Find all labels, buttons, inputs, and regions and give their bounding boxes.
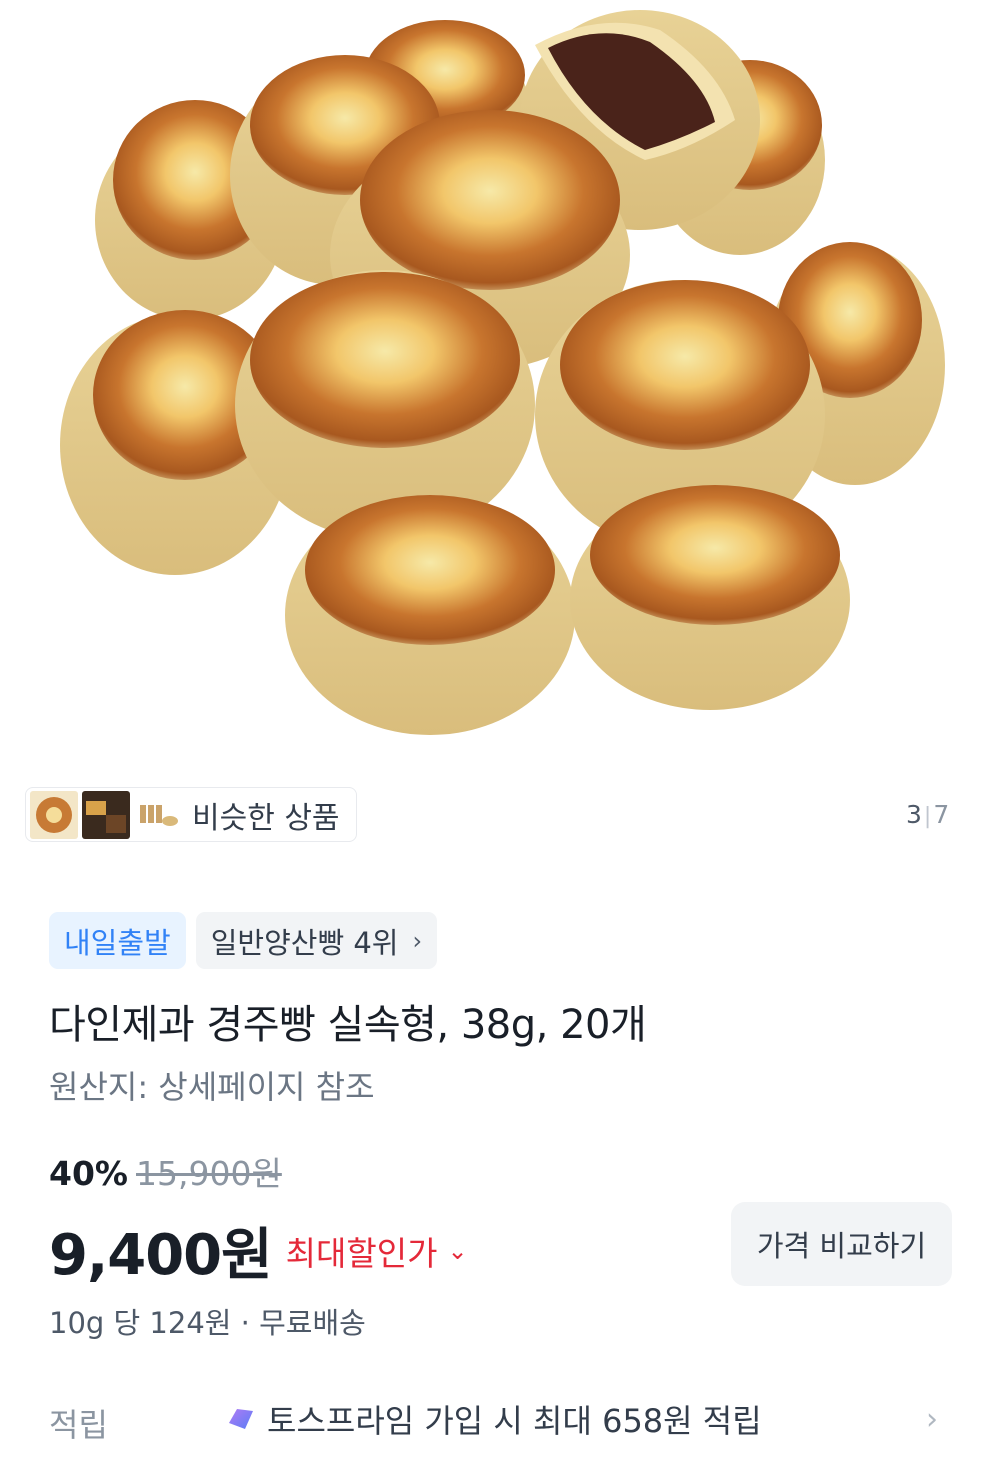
original-price: 15,900원 [136,1154,282,1193]
similar-thumb-2 [82,790,130,839]
badge-row: 내일출발 일반양산빵 4위 › [49,912,438,969]
discount-rate: 40% [49,1154,128,1193]
ranking-badge-label: 일반양산빵 4위 [210,925,399,960]
similar-thumb-1 [30,790,78,839]
delivery-badge: 내일출발 [49,912,186,969]
product-title: 다인제과 경주빵 실속형, 38g, 20개 [49,1002,647,1048]
page-separator: | [923,804,932,829]
bun-group [60,10,945,735]
ranking-badge[interactable]: 일반양산빵 4위 › [195,912,438,969]
chevron-down-icon[interactable]: ⌄ [447,1237,467,1265]
price-row: 9,400원 최대할인가 ⌄ [49,1210,468,1291]
points-benefit-text: 토스프라임 가입 시 최대 658원 적립 [267,1402,762,1440]
image-page-counter: 3|7 [906,800,949,829]
price-compare-button[interactable]: 가격 비교하기 [731,1202,952,1286]
chevron-right-icon: › [412,926,423,955]
unit-price-shipping: 10g 당 124원 · 무료배송 [49,1306,366,1340]
points-label: 적립 [49,1406,108,1444]
similar-products-button[interactable]: 비슷한 상품 [25,787,357,842]
similar-thumb-3 [134,790,182,839]
bread-product-photo [60,10,945,735]
discount-row: 40% 15,900원 [49,1147,282,1195]
points-benefit-link[interactable]: 토스프라임 가입 시 최대 658원 적립 [223,1396,762,1442]
toss-prime-icon [229,1409,253,1429]
current-page: 3 [906,800,922,829]
similar-products-label: 비슷한 상품 [192,800,340,836]
product-origin: 원산지: 상세페이지 참조 [49,1068,375,1106]
max-discount-button[interactable]: 최대할인가 [286,1227,438,1275]
product-hero-image[interactable] [0,0,1000,760]
chevron-right-icon[interactable]: › [926,1402,938,1437]
delivery-badge-label: 내일출발 [64,925,171,960]
total-pages: 7 [933,800,950,829]
sale-price: 9,400원 [49,1223,273,1288]
